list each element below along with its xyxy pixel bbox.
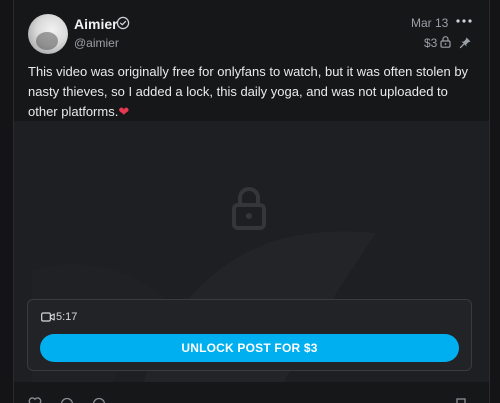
unlock-post-button[interactable]: UNLOCK POST FOR $3 (40, 334, 459, 362)
author-handle[interactable]: @aimier (74, 36, 119, 50)
video-duration: 5:17 (56, 311, 78, 323)
more-icon[interactable] (454, 14, 474, 28)
post-actions (14, 383, 489, 403)
post-header: Aimier @aimier Mar 13 $3 This video was … (14, 0, 489, 120)
verified-icon (116, 16, 130, 30)
tip-icon[interactable] (92, 397, 106, 403)
author-name[interactable]: Aimier (74, 16, 118, 32)
video-icon (41, 312, 55, 322)
post-card: Aimier @aimier Mar 13 $3 This video was … (13, 0, 490, 403)
comment-icon[interactable] (60, 397, 74, 403)
locked-media: 5:17 UNLOCK POST FOR $3 (14, 121, 489, 382)
heart-icon[interactable] (28, 397, 42, 403)
avatar[interactable] (28, 14, 68, 54)
lock-icon (232, 187, 266, 230)
post-text-body: This video was originally free for onlyf… (28, 64, 469, 119)
lock-icon (440, 36, 451, 48)
pin-icon[interactable] (459, 36, 472, 49)
bookmark-icon[interactable] (454, 397, 468, 403)
post-text: This video was originally free for onlyf… (28, 62, 478, 122)
unlock-panel: 5:17 UNLOCK POST FOR $3 (27, 299, 472, 371)
heart-emoji: ❤ (118, 104, 130, 119)
post-date: Mar 13 (411, 16, 449, 30)
post-price: $3 (424, 36, 438, 50)
